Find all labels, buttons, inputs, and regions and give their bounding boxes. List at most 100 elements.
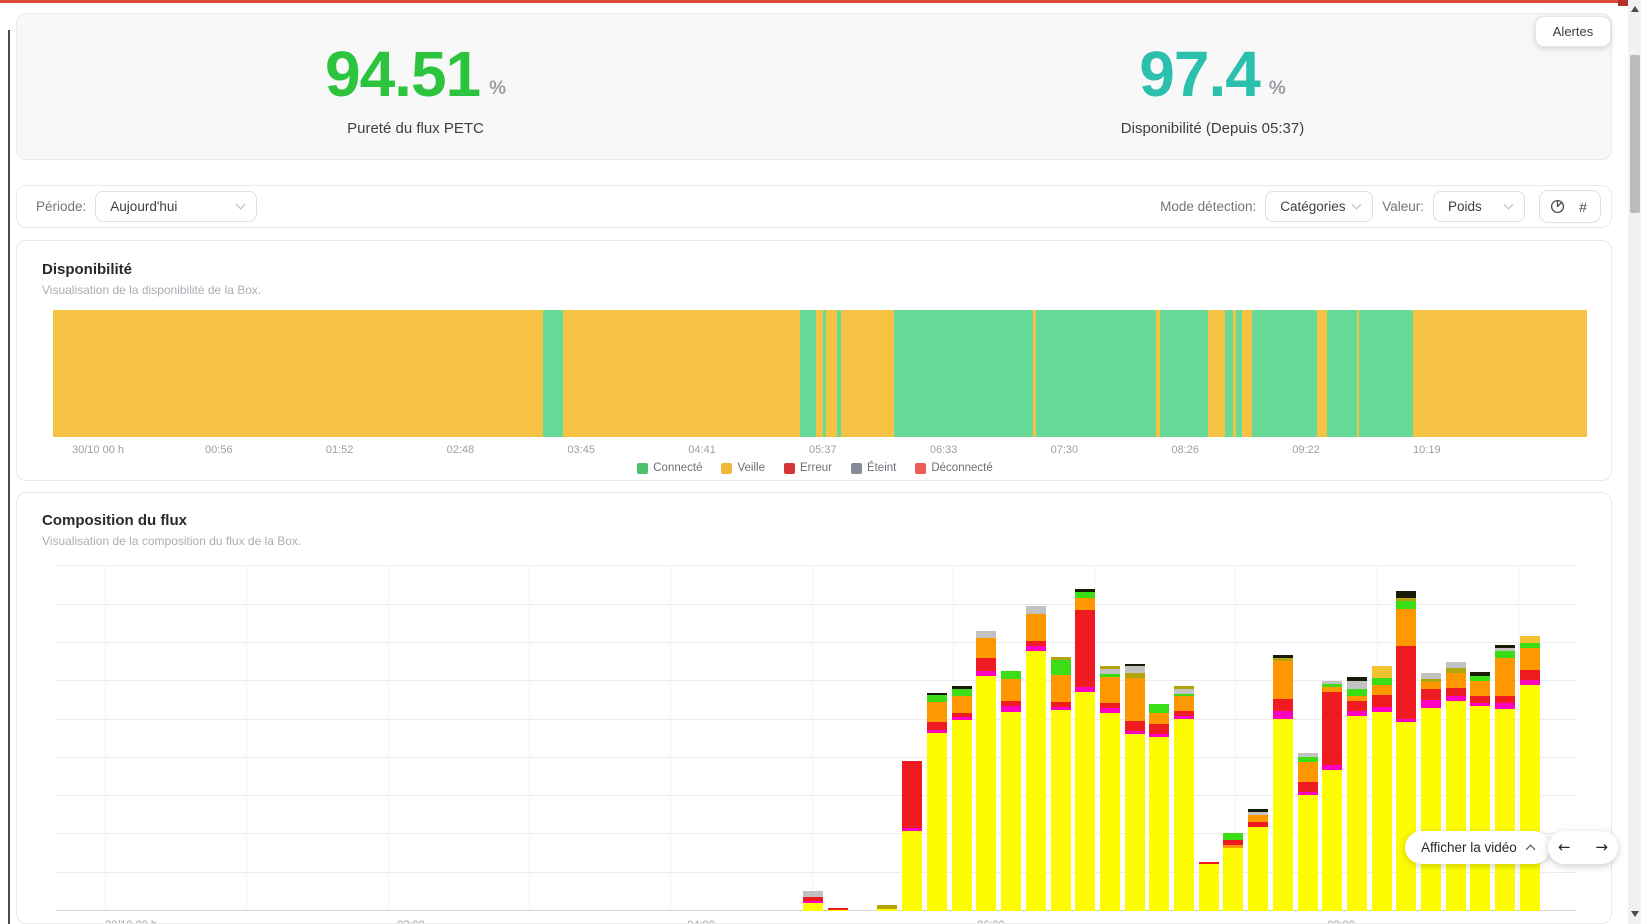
bar-segment — [1051, 710, 1071, 911]
stacked-bar — [1075, 589, 1095, 911]
chevron-down-icon — [1504, 200, 1514, 210]
bar-segment — [1347, 681, 1367, 689]
timeline-segment-connecte — [543, 310, 564, 437]
stacked-bar — [1396, 591, 1416, 911]
kpi-purity: 94.51 % Pureté du flux PETC — [17, 14, 814, 159]
bar-segment — [1396, 609, 1416, 646]
timeline-segment-connecte — [1036, 310, 1155, 437]
bar-segment — [1075, 598, 1095, 610]
vertical-gridline — [246, 566, 247, 911]
show-video-button[interactable]: Afficher la vidéo — [1405, 831, 1550, 864]
next-arrow-button[interactable]: → — [1595, 840, 1608, 855]
previous-arrow-button[interactable]: ← — [1558, 840, 1571, 855]
bar-segment — [1001, 679, 1021, 701]
availability-tick-label: 08:26 — [1171, 444, 1199, 456]
scrollbar-thumb[interactable] — [1630, 55, 1640, 213]
bar-segment — [1075, 610, 1095, 687]
horizontal-gridline — [56, 642, 1576, 643]
availability-tick-label: 30/10 00 h — [72, 444, 124, 456]
bar-segment — [1026, 651, 1046, 911]
bar-segment — [1396, 601, 1416, 609]
scrollbar-up-arrow[interactable] — [1630, 5, 1639, 13]
bar-segment — [952, 689, 972, 696]
composition-tick-label: 08:00 — [1327, 919, 1355, 924]
valeur-select-value: Poids — [1448, 199, 1482, 214]
stacked-bar — [1223, 833, 1243, 911]
availability-tick-label: 09:22 — [1292, 444, 1320, 456]
bar-segment — [1372, 666, 1392, 678]
legend-item-erreur[interactable]: Erreur — [784, 462, 832, 474]
vertical-gridline — [812, 566, 813, 911]
bar-segment — [1421, 708, 1441, 911]
legend-label: Erreur — [800, 462, 832, 474]
stacked-bar — [1199, 862, 1219, 911]
legend-swatch — [851, 463, 862, 474]
periode-select-value: Aujourd'hui — [110, 199, 177, 214]
bar-segment — [1298, 782, 1318, 792]
legend-swatch — [784, 463, 795, 474]
value-mode-toggle-group: # — [1539, 190, 1601, 223]
bar-segment — [1520, 685, 1540, 911]
timeline-segment-connecte — [1359, 310, 1413, 437]
stacked-bar — [1125, 664, 1145, 911]
bar-segment — [1372, 695, 1392, 707]
timeline-segment-connecte — [1252, 310, 1317, 437]
alerts-button[interactable]: Alertes — [1535, 16, 1611, 47]
availability-tick-label: 03:45 — [567, 444, 595, 456]
composition-card: Composition du flux Visualisation de la … — [16, 492, 1612, 924]
availability-tick-label: 06:33 — [930, 444, 958, 456]
availability-tick-label: 01:52 — [326, 444, 354, 456]
scrollbar-down-arrow[interactable] — [1630, 910, 1639, 918]
timeline-segment-connecte — [800, 310, 816, 437]
legend-item-connecte[interactable]: Connecté — [637, 462, 702, 474]
stacked-bar — [1273, 655, 1293, 911]
bar-segment — [976, 676, 996, 911]
availability-tick-label: 07:30 — [1051, 444, 1079, 456]
browser-loading-bar-nub — [1618, 0, 1628, 6]
bar-segment — [927, 722, 947, 730]
bar-segment — [1149, 713, 1169, 724]
availability-subtitle: Visualisation de la disponibilité de la … — [42, 283, 1611, 297]
stacked-bar — [1174, 686, 1194, 911]
availability-tick-label: 02:48 — [447, 444, 475, 456]
page-scrollbar[interactable] — [1628, 0, 1641, 924]
legend-label: Connecté — [653, 462, 702, 474]
legend-item-eteint[interactable]: Éteint — [851, 462, 896, 474]
kpi-card: 94.51 % Pureté du flux PETC 97.4 % Dispo… — [16, 13, 1612, 160]
kpi-purity-value: 94.51 — [325, 42, 480, 106]
bar-segment — [1125, 721, 1145, 731]
timeline-segment-connecte — [1327, 310, 1357, 437]
horizontal-gridline — [56, 565, 1576, 566]
bar-segment — [927, 695, 947, 702]
timeline-segment-connecte — [1225, 310, 1232, 437]
composition-tick-label: 02:00 — [397, 919, 425, 924]
bar-segment — [1248, 815, 1268, 822]
mode-detection-label: Mode détection: — [1160, 199, 1256, 214]
vertical-gridline — [670, 566, 671, 911]
bar-segment — [976, 638, 996, 658]
stacked-bar — [1149, 704, 1169, 911]
periode-select[interactable]: Aujourd'hui — [95, 191, 257, 222]
valeur-select[interactable]: Poids — [1433, 191, 1525, 222]
stacked-bar — [927, 693, 947, 911]
kpi-availability: 97.4 % Disponibilité (Depuis 05:37) — [814, 14, 1611, 159]
bar-segment — [952, 720, 972, 911]
timeline-segment-veille — [53, 310, 543, 437]
bar-segment — [1026, 614, 1046, 641]
availability-tick-label: 05:37 — [809, 444, 837, 456]
timeline-segment-connecte — [1160, 310, 1209, 437]
legend-item-veille[interactable]: Veille — [721, 462, 765, 474]
bar-segment — [1001, 671, 1021, 679]
bar-segment — [1125, 678, 1145, 721]
stacked-bar — [1520, 636, 1540, 911]
legend-item-deconnecte[interactable]: Déconnecté — [915, 462, 992, 474]
pie-chart-toggle-button[interactable] — [1544, 194, 1570, 220]
mode-detection-select[interactable]: Catégories — [1265, 191, 1373, 222]
bar-segment — [1372, 678, 1392, 685]
composition-x-axis: 30/10 00 h02:0004:0006:0008:00 — [17, 919, 1612, 924]
bar-segment — [1495, 658, 1515, 696]
horizontal-gridline — [56, 604, 1576, 605]
count-toggle-button[interactable]: # — [1570, 194, 1596, 220]
bar-segment — [1001, 712, 1021, 911]
kpi-availability-label: Disponibilité (Depuis 05:37) — [1121, 120, 1304, 137]
